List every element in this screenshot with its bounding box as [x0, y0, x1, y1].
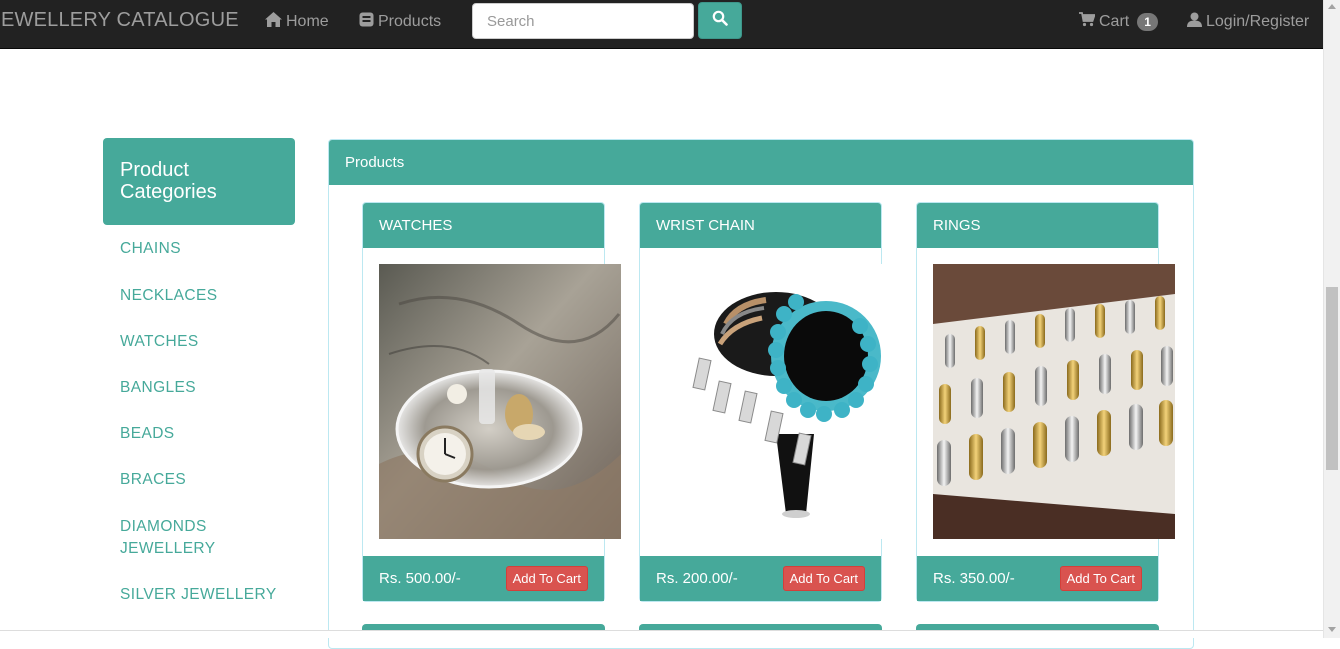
product-price: Rs. 500.00/- — [379, 570, 461, 587]
category-diamonds-jewellery[interactable]: DIAMONDS JEWELLERY — [120, 516, 240, 560]
category-braces[interactable]: BRACES — [120, 469, 290, 491]
cart-icon — [1079, 12, 1096, 32]
category-silver-jewellery[interactable]: SILVER JEWELLERY — [120, 584, 290, 606]
nav-login-label: Login/Register — [1206, 13, 1310, 30]
nav-login[interactable]: Login/Register — [1187, 12, 1309, 32]
product-footer: Rs. 350.00/- Add To Cart — [917, 556, 1158, 601]
list-icon — [359, 12, 374, 32]
search-input[interactable] — [472, 3, 694, 39]
page-scrollbar[interactable] — [1323, 0, 1340, 638]
scroll-up-icon[interactable] — [1328, 4, 1336, 9]
add-to-cart-button[interactable]: Add To Cart — [1059, 566, 1142, 591]
categories-header: Product Categories — [103, 138, 295, 225]
nav-home[interactable]: Home — [265, 12, 329, 32]
category-chains[interactable]: CHAINS — [120, 238, 290, 260]
search-button[interactable] — [698, 2, 742, 39]
product-card-wrist-chain: WRIST CHAIN Rs. 200.00/- Add To Cart — [639, 202, 898, 602]
product-image-wrist-chain[interactable] — [656, 264, 898, 539]
product-price: Rs. 350.00/- — [933, 570, 1015, 587]
nav-home-label: Home — [286, 13, 329, 30]
product-price: Rs. 200.00/- — [656, 570, 738, 587]
product-title: RINGS — [917, 203, 1158, 248]
category-bangles[interactable]: BANGLES — [120, 377, 290, 399]
brand-logo[interactable]: EWELLERY CATALOGUE — [1, 9, 239, 32]
nav-cart[interactable]: Cart 1 — [1079, 12, 1158, 32]
nav-cart-label: Cart — [1099, 13, 1130, 30]
cart-count-badge: 1 — [1137, 13, 1158, 31]
category-beads[interactable]: BEADS — [120, 423, 290, 445]
category-necklaces[interactable]: NECKLACES — [120, 285, 290, 307]
scrollbar-thumb[interactable] — [1326, 287, 1338, 470]
home-icon — [265, 12, 282, 32]
viewport-bottom — [0, 630, 1323, 638]
scroll-down-icon[interactable] — [1328, 627, 1336, 632]
product-card-watches: WATCHES Rs. 500.00/- Add To Cart — [362, 202, 621, 602]
add-to-cart-button[interactable]: Add To Cart — [782, 566, 865, 591]
product-card-rings: RINGS Rs. 350.00/- Add To Cart — [916, 202, 1175, 602]
user-icon — [1187, 12, 1202, 32]
add-to-cart-button[interactable]: Add To Cart — [505, 566, 588, 591]
navbar: EWELLERY CATALOGUE Home Products Cart 1 … — [0, 0, 1323, 49]
products-panel-title: Products — [329, 140, 1193, 185]
product-footer: Rs. 200.00/- Add To Cart — [640, 556, 881, 601]
product-title: WATCHES — [363, 203, 604, 248]
nav-products-label: Products — [378, 13, 442, 30]
product-image-rings[interactable] — [933, 264, 1175, 539]
product-title: WRIST CHAIN — [640, 203, 881, 248]
product-footer: Rs. 500.00/- Add To Cart — [363, 556, 604, 601]
search-icon — [712, 10, 728, 31]
category-watches[interactable]: WATCHES — [120, 331, 290, 353]
product-image-watches[interactable] — [379, 264, 621, 539]
nav-products[interactable]: Products — [359, 12, 441, 32]
